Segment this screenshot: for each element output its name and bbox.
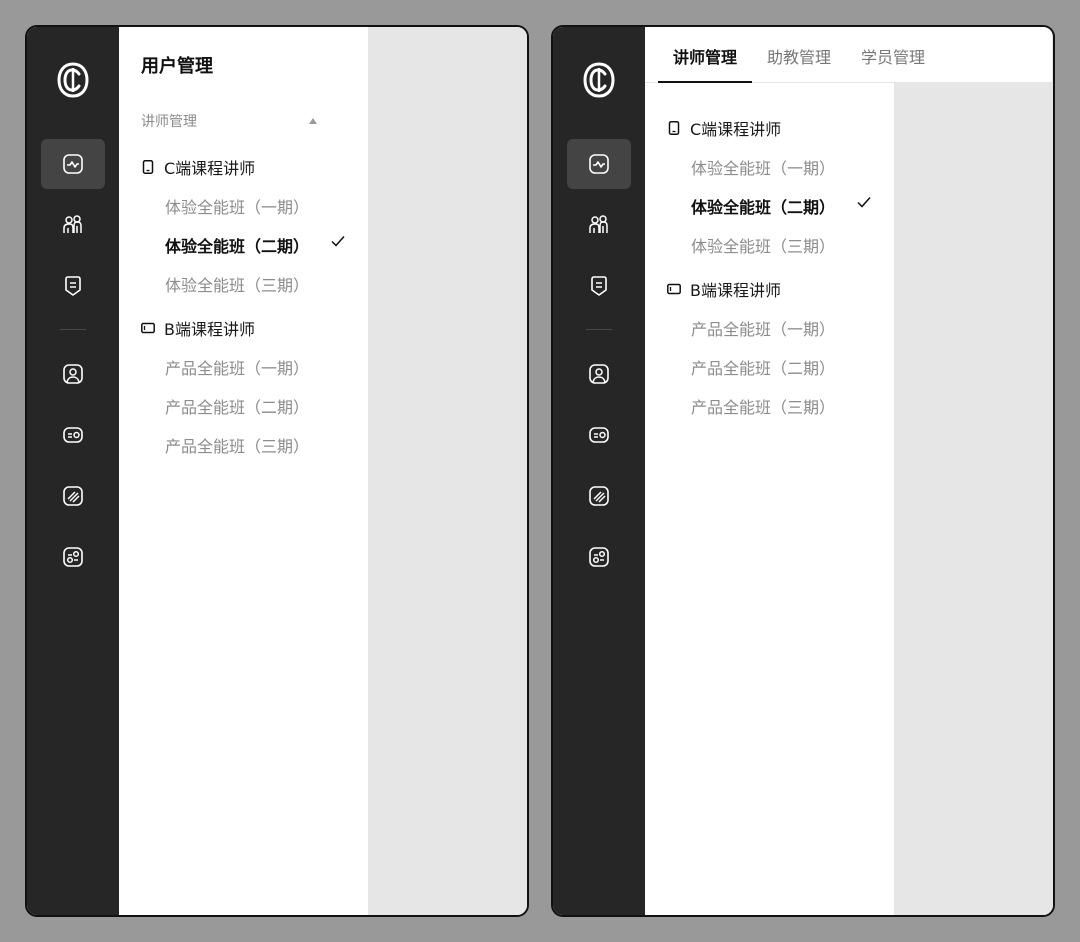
rail-divider: [60, 329, 86, 330]
list-item[interactable]: 产品全能班（三期）: [691, 394, 881, 418]
caret-up-icon: [309, 118, 317, 124]
nav-activity[interactable]: [41, 139, 105, 189]
nav-card[interactable]: [41, 410, 105, 460]
list-item[interactable]: 产品全能班（二期）: [165, 394, 355, 418]
badge-icon: [65, 276, 81, 296]
page-title: 用户管理: [141, 56, 213, 77]
stripes-icon: [63, 486, 83, 506]
users-icon: [63, 215, 82, 233]
brand-logo-icon: [57, 62, 89, 98]
group-label: B端课程讲师: [690, 281, 781, 300]
list-item[interactable]: 体验全能班（一期）: [165, 194, 355, 218]
card-icon: [589, 427, 609, 443]
left-mockup: 用户管理 讲师管理 C端课程讲师 体验全能班（一期） 体验全能班（二期） 体验全…: [25, 25, 529, 917]
tab-bar: 讲师管理 助教管理 学员管理: [645, 27, 1052, 83]
list-item[interactable]: 体验全能班（一期）: [691, 155, 881, 179]
instructor-list-panel: C端课程讲师 体验全能班（一期） 体验全能班（二期） 体验全能班（三期） B端课…: [645, 83, 894, 915]
users-icon: [589, 215, 608, 233]
rail-divider: [586, 329, 612, 330]
right-mockup: 讲师管理 助教管理 学员管理 C端课程讲师 体验全能班（一期） 体验全能班（二期…: [551, 25, 1055, 917]
nav-badge[interactable]: [567, 261, 631, 311]
icon-rail: [27, 27, 119, 915]
list-item[interactable]: 体验全能班（三期）: [691, 233, 881, 257]
tab-assistants[interactable]: 助教管理: [767, 44, 831, 68]
activity-icon: [589, 154, 609, 174]
nav-connect[interactable]: [567, 532, 631, 582]
group-label: B端课程讲师: [164, 320, 255, 339]
list-item[interactable]: 体验全能班（三期）: [165, 272, 355, 296]
content-area: [368, 27, 527, 915]
icon-rail: [553, 27, 645, 915]
activity-icon: [63, 154, 83, 174]
check-icon: [331, 236, 345, 247]
group-b-instructors[interactable]: B端课程讲师: [667, 277, 781, 301]
tab-students[interactable]: 学员管理: [861, 44, 925, 68]
nav-card[interactable]: [567, 410, 631, 460]
stripes-icon: [589, 486, 609, 506]
tab-instructors[interactable]: 讲师管理: [673, 44, 737, 68]
list-item[interactable]: 产品全能班（一期）: [691, 316, 881, 340]
user-square-icon: [589, 364, 609, 384]
nav-users[interactable]: [567, 200, 631, 250]
group-c-instructors[interactable]: C端课程讲师: [141, 155, 255, 179]
nav-stripes[interactable]: [567, 471, 631, 521]
phone-icon: [668, 121, 680, 135]
list-item-selected[interactable]: 体验全能班（二期）: [691, 194, 881, 218]
nav-connect[interactable]: [41, 532, 105, 582]
group-c-instructors[interactable]: C端课程讲师: [667, 116, 781, 140]
list-item[interactable]: 产品全能班（一期）: [165, 355, 355, 379]
section-label: 讲师管理: [141, 114, 197, 130]
phone-icon: [142, 160, 154, 174]
section-toggle-instructors[interactable]: 讲师管理: [141, 111, 317, 131]
nav-user-square[interactable]: [41, 349, 105, 399]
connect-icon: [63, 547, 83, 567]
nav-user-square[interactable]: [567, 349, 631, 399]
group-label: C端课程讲师: [690, 120, 782, 139]
group-label: C端课程讲师: [164, 159, 256, 178]
tablet-icon: [667, 283, 681, 295]
check-icon: [857, 197, 871, 208]
group-b-instructors[interactable]: B端课程讲师: [141, 316, 255, 340]
nav-stripes[interactable]: [41, 471, 105, 521]
badge-icon: [591, 276, 607, 296]
content-area: [894, 83, 1053, 915]
brand-logo-icon: [583, 62, 615, 98]
list-item-selected[interactable]: 体验全能班（二期）: [165, 233, 355, 257]
nav-users[interactable]: [41, 200, 105, 250]
nav-badge[interactable]: [41, 261, 105, 311]
user-management-panel: 用户管理 讲师管理 C端课程讲师 体验全能班（一期） 体验全能班（二期） 体验全…: [119, 27, 368, 915]
connect-icon: [589, 547, 609, 567]
nav-activity[interactable]: [567, 139, 631, 189]
tablet-icon: [141, 322, 155, 334]
list-item[interactable]: 产品全能班（三期）: [165, 433, 355, 457]
card-icon: [63, 427, 83, 443]
user-square-icon: [63, 364, 83, 384]
list-item[interactable]: 产品全能班（二期）: [691, 355, 881, 379]
